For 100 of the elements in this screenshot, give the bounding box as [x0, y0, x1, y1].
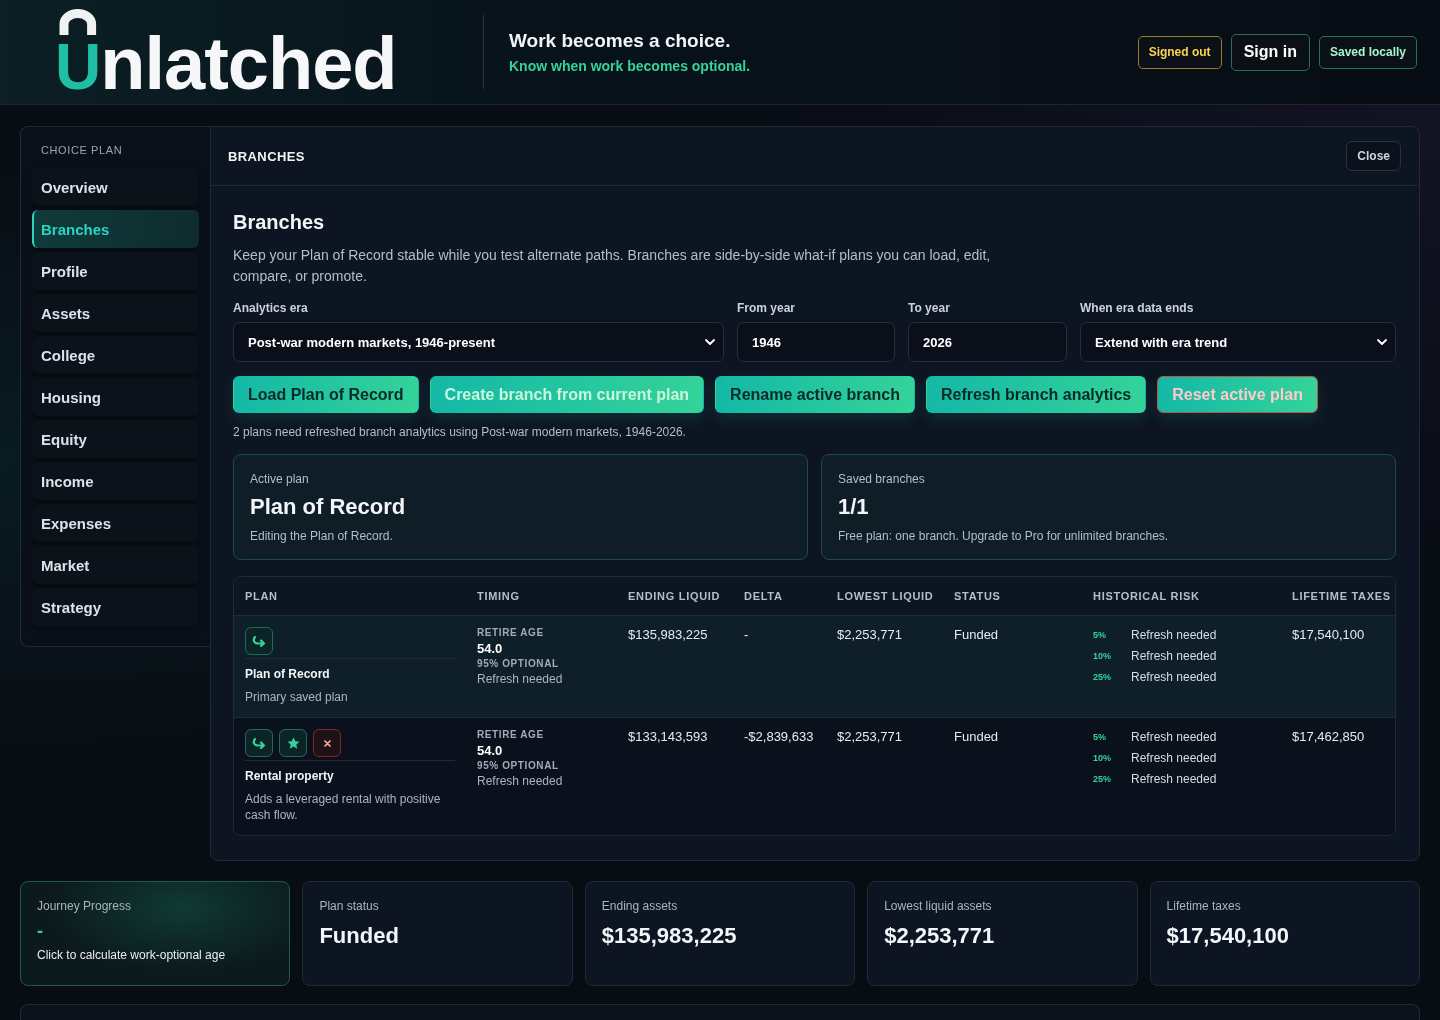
timing-status: Refresh needed: [477, 774, 563, 788]
section-description: Keep your Plan of Record stable while you test alternate paths. Branches are side-by-side what-if plans you can load, edit, compare, or promote.: [233, 246, 992, 286]
panel-title: BRANCHES: [228, 148, 305, 164]
risk-percentile: 10%: [1093, 650, 1112, 661]
year-input-field[interactable]: 2026: [908, 322, 1067, 362]
chevron-down-icon: [1377, 339, 1387, 345]
star-icon: [286, 736, 300, 750]
cross-icon: [323, 739, 331, 747]
historical-risk-column-header: HISTORICAL RISK: [1092, 590, 1201, 602]
stat-value: $135,983,225: [601, 923, 737, 949]
confidence-label: 95% OPTIONAL: [477, 658, 559, 669]
select-field[interactable]: Extend with era trend: [1080, 322, 1396, 362]
select-field[interactable]: Post-war modern markets, 1946-present: [233, 322, 724, 362]
sidebar-item[interactable]: Overview: [32, 168, 199, 206]
risk-percentile: 5%: [1093, 731, 1107, 742]
journey-progress-card[interactable]: Journey Progress - Click to calculate work-optional age: [20, 881, 291, 986]
timing-column-header: TIMING: [476, 590, 521, 602]
status-badge: Signed out: [1137, 35, 1222, 69]
plan-name: Rental property: [245, 769, 334, 783]
chevron-down-icon: [705, 339, 715, 345]
field-label: Analytics era: [233, 301, 309, 315]
sidebar-item[interactable]: Market: [32, 546, 199, 584]
risk-percentile: 25%: [1093, 773, 1112, 784]
sidebar-item[interactable]: Strategy: [32, 588, 199, 626]
promote-button[interactable]: [279, 729, 307, 757]
stat-label: Journey Progress: [37, 899, 132, 913]
stat-label: Plan status: [319, 899, 379, 913]
stat-value: $2,253,771: [884, 923, 995, 949]
table-cell: $135,983,225: [628, 627, 708, 642]
lifetime-taxes-column-header: LIFETIME TAXES: [1291, 590, 1392, 602]
risk-status: Refresh needed: [1131, 627, 1217, 642]
risk-status: Refresh needed: [1131, 648, 1217, 663]
stat-value: -: [37, 921, 43, 942]
field-label: To year: [908, 301, 951, 315]
risk-percentile: 5%: [1093, 629, 1107, 640]
sidebar-item[interactable]: College: [32, 336, 199, 374]
sidebar-item[interactable]: Profile: [32, 252, 199, 290]
table-cell: Funded: [954, 729, 999, 744]
sidebar-item[interactable]: Income: [32, 462, 199, 500]
lowest-liquid-column-header: LOWEST LIQUID: [836, 590, 935, 602]
sign-in-button[interactable]: Sign in: [1230, 33, 1310, 71]
delete-button[interactable]: [313, 729, 341, 757]
sidebar-item[interactable]: Housing: [32, 378, 199, 416]
load-button[interactable]: [245, 627, 273, 655]
timing-status: Refresh needed: [477, 672, 563, 686]
table-cell: $133,143,593: [628, 729, 708, 744]
action-button[interactable]: Load Plan of Record: [233, 376, 419, 413]
card-label: Saved branches: [838, 472, 925, 486]
delta-column-header: DELTA: [743, 590, 784, 602]
stat-label: Lifetime taxes: [1166, 899, 1241, 913]
action-button[interactable]: Refresh branch analytics: [925, 376, 1147, 413]
timing-label: RETIRE AGE: [477, 627, 544, 638]
tagline: Work becomes a choice.: [509, 30, 732, 52]
timing-label: RETIRE AGE: [477, 729, 544, 740]
stat-value: $17,540,100: [1166, 923, 1289, 949]
table-cell: Funded: [954, 627, 999, 642]
status-badge: Saved locally: [1318, 35, 1417, 69]
risk-percentile: 25%: [1093, 671, 1112, 682]
analytics-note: 2 plans need refreshed branch analytics using Post-war modern markets, 1946-2026.: [233, 425, 687, 439]
card-caption: Editing the Plan of Record.: [250, 529, 393, 543]
sidebar-item[interactable]: Assets: [32, 294, 199, 332]
risk-status: Refresh needed: [1131, 750, 1217, 765]
plan-description: Primary saved plan: [245, 689, 348, 705]
confidence-label: 95% OPTIONAL: [477, 760, 559, 771]
table-cell: $17,462,850: [1292, 729, 1365, 744]
retire-age: 54.0: [477, 641, 503, 656]
risk-status: Refresh needed: [1131, 729, 1217, 744]
section-heading: Branches: [233, 211, 326, 234]
card-value: Plan of Record: [250, 494, 406, 520]
table-cell: $17,540,100: [1292, 627, 1365, 642]
card-caption: Free plan: one branch. Upgrade to Pro for unlimited branches.: [838, 529, 1169, 543]
year-input-field[interactable]: 1946: [737, 322, 895, 362]
card-label: Active plan: [250, 472, 309, 486]
stat-caption: Click to calculate work-optional age: [37, 948, 226, 962]
table-cell: $2,253,771: [837, 729, 903, 744]
stat-value: Funded: [319, 923, 399, 949]
sidebar-item[interactable]: Branches: [32, 210, 199, 248]
curved-arrow-icon: [252, 635, 266, 647]
risk-status: Refresh needed: [1131, 669, 1217, 684]
subtagline: Know when work becomes optional.: [509, 58, 751, 74]
sidebar-item[interactable]: Expenses: [32, 504, 199, 542]
curved-arrow-icon: [252, 737, 266, 749]
plan-column-header: PLAN: [244, 590, 279, 602]
action-button[interactable]: Rename active branch: [715, 376, 915, 413]
stat-label: Ending assets: [601, 899, 678, 913]
sidebar-heading: CHOICE PLAN: [41, 144, 124, 156]
close-button[interactable]: Close: [1346, 141, 1401, 171]
table-cell: -$2,839,633: [744, 729, 814, 744]
logo: Unlatched: [55, 34, 397, 96]
load-button[interactable]: [245, 729, 273, 757]
stat-label: Lowest liquid assets: [884, 899, 992, 913]
retire-age: 54.0: [477, 743, 503, 758]
plan-name: Plan of Record: [245, 667, 330, 681]
table-cell: -: [744, 627, 749, 642]
field-label: When era data ends: [1080, 301, 1195, 315]
risk-status: Refresh needed: [1131, 771, 1217, 786]
field-label: From year: [737, 301, 797, 315]
sidebar-item[interactable]: Equity: [32, 420, 199, 458]
card-value: 1/1: [838, 494, 869, 520]
plan-description: Adds a leveraged rental with positive cash flow.: [245, 791, 442, 823]
